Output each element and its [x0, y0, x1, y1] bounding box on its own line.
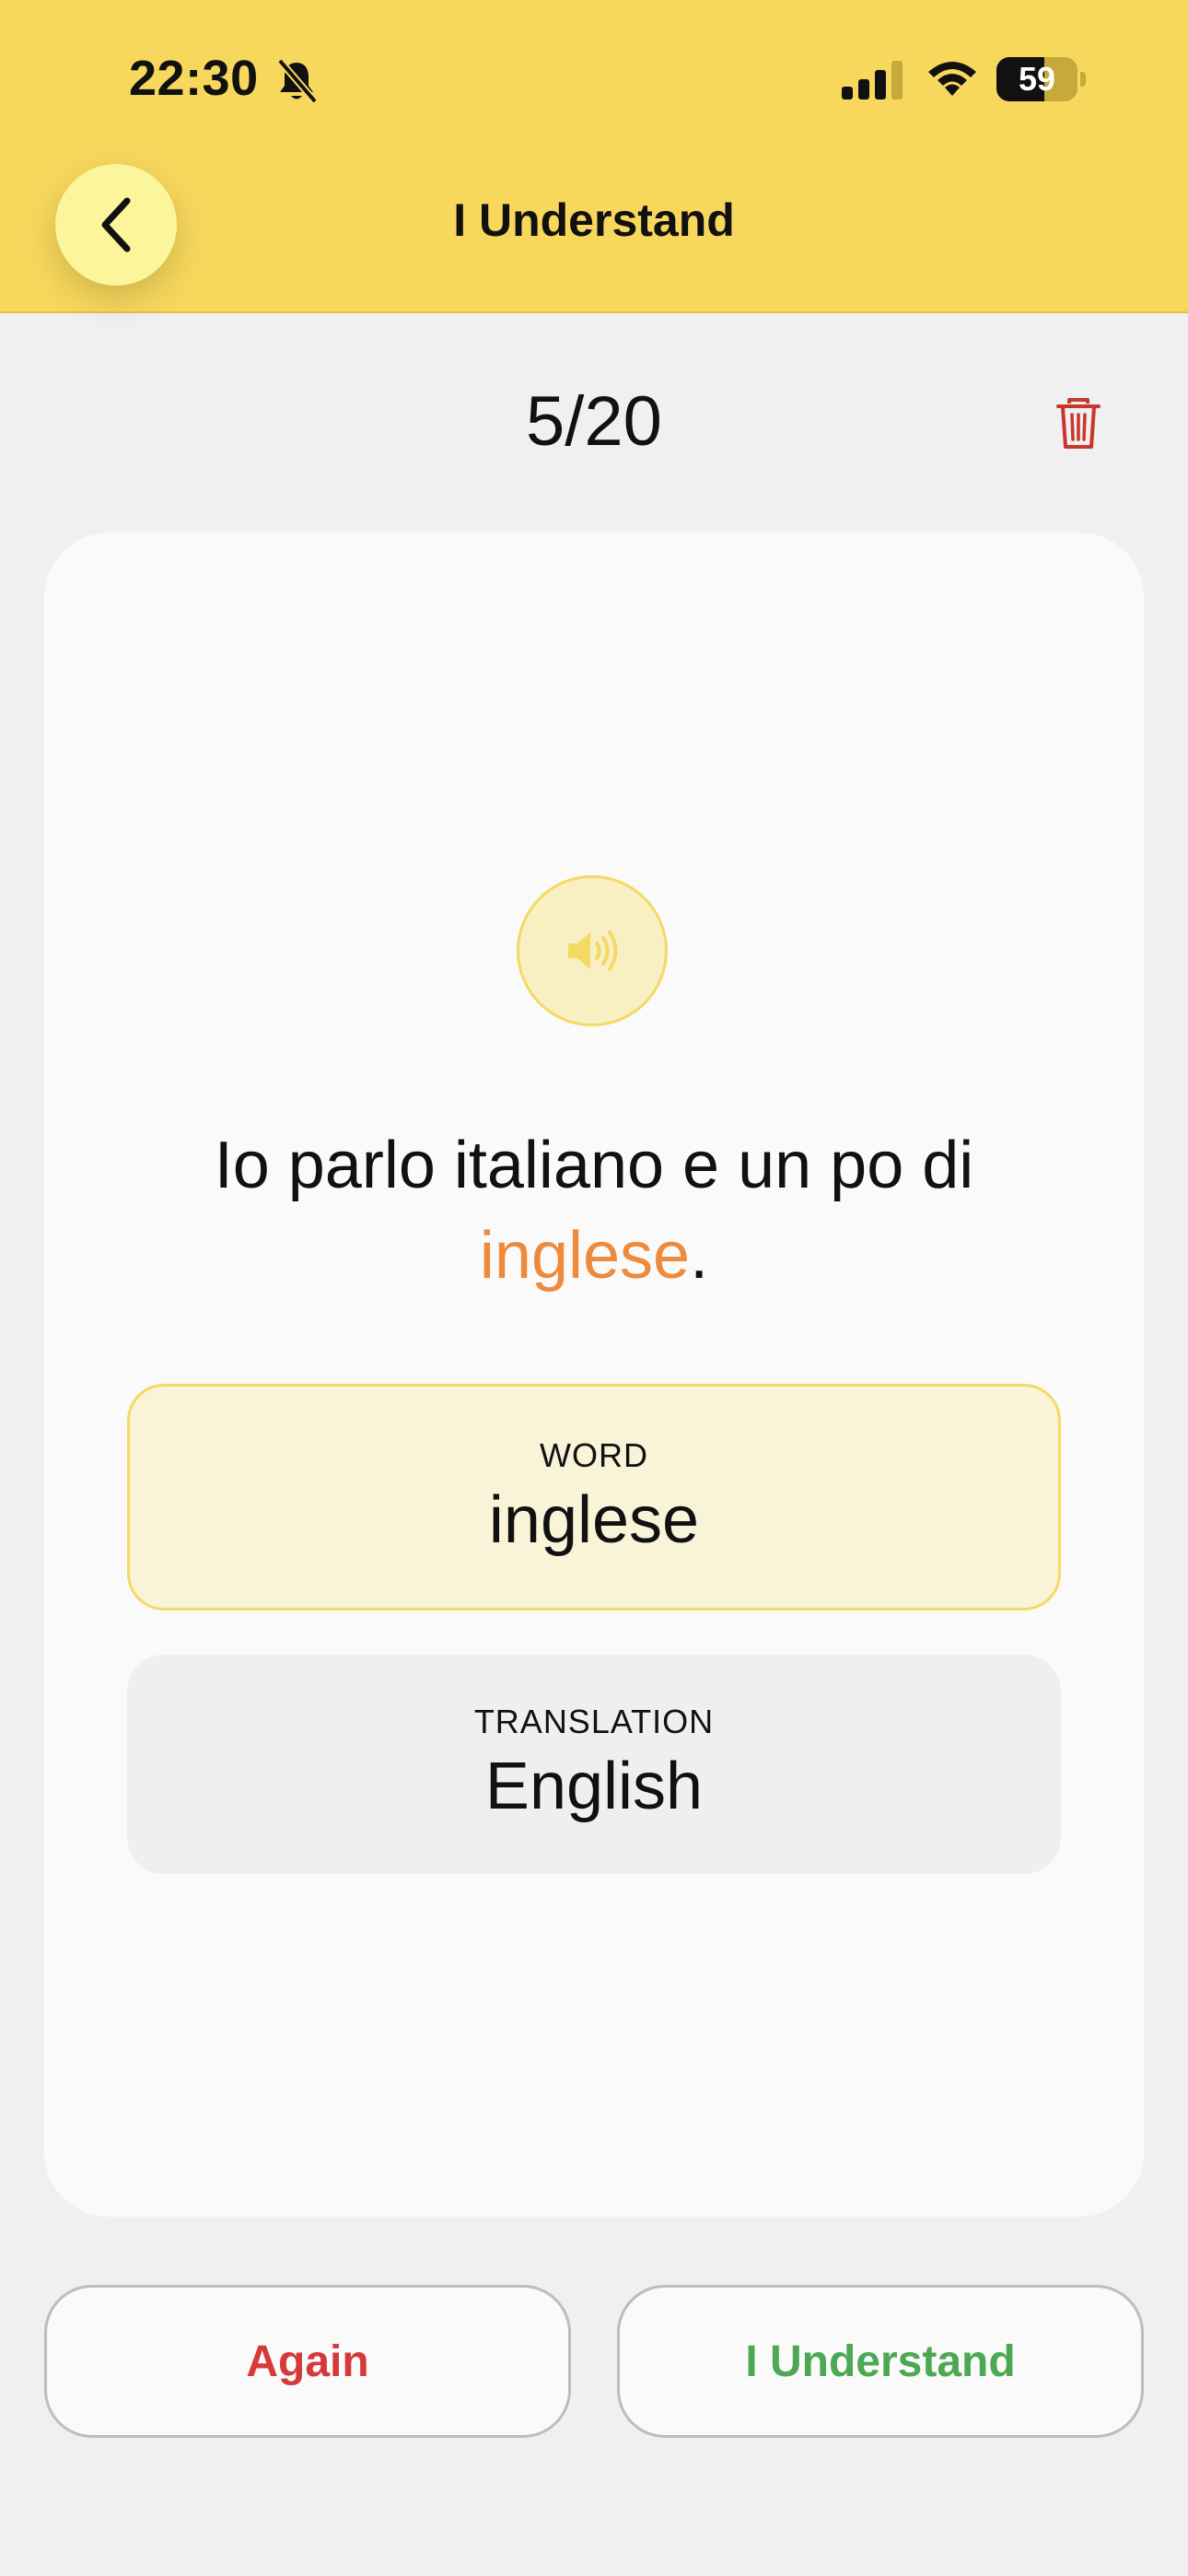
wifi-icon [928, 62, 976, 96]
signal-icon [842, 61, 903, 100]
word-box: WORD inglese [127, 1384, 1061, 1610]
flashcard [44, 533, 1144, 2217]
trash-icon[interactable] [1054, 396, 1103, 451]
status-time: 22:30 [129, 51, 259, 106]
again-button[interactable]: Again [44, 2285, 571, 2438]
battery-percent: 59 [1018, 60, 1056, 98]
header-bar: 22:30 59 I Understand [0, 0, 1188, 313]
sentence-highlight-word: inglese [479, 1219, 691, 1293]
translation-box: TRANSLATION English [127, 1655, 1061, 1874]
bell-slash-icon [276, 58, 319, 104]
speaker-icon [568, 931, 618, 971]
understand-button[interactable]: I Understand [617, 2285, 1144, 2438]
battery-icon: 59 [996, 57, 1086, 101]
page-title: I Understand [453, 194, 735, 246]
example-sentence: Io parlo italiano e un po di inglese. [111, 1120, 1077, 1301]
audio-play-button[interactable] [517, 875, 668, 1026]
word-value: inglese [488, 1483, 700, 1557]
translation-value: English [484, 1750, 704, 1823]
sentence-text: Io parlo italiano e un po di [214, 1129, 974, 1202]
translation-label: TRANSLATION [473, 1703, 715, 1740]
sentence-end: . [690, 1219, 709, 1293]
progress-counter: 5/20 [526, 382, 662, 461]
word-label: WORD [540, 1436, 648, 1474]
